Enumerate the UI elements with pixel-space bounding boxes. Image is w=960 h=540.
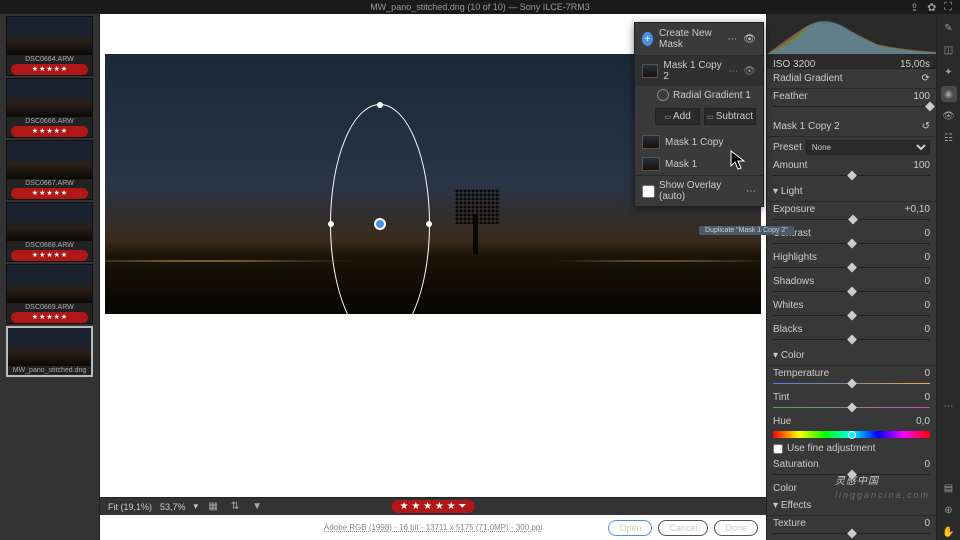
gradient-pin[interactable] (374, 218, 386, 230)
redeye-icon[interactable]: 👁 (941, 108, 957, 124)
settings-icon[interactable]: ✿ (927, 1, 936, 14)
rating-pill[interactable]: ★ ★ ★ ★ ★ ⏷ (392, 500, 475, 513)
mask-subtract-button[interactable]: ▭ Subtract (704, 108, 756, 125)
mask-item[interactable]: Mask 1 (635, 153, 763, 175)
slider-temperature[interactable]: Temperature0 (767, 366, 936, 390)
zoom-fit[interactable]: Fit (19,1%) (108, 502, 152, 512)
slider-whites[interactable]: Whites0 (767, 298, 936, 322)
export-icon[interactable]: ⇪ (910, 1, 919, 14)
mask-item[interactable]: Mask 1 Copy Duplicate "Mask 1 Copy 2" (635, 131, 763, 153)
filmstrip-thumb[interactable]: DSC0669.ARW★★★★★ (6, 264, 93, 324)
create-mask-label: Create New Mask (659, 28, 721, 50)
eye-icon[interactable]: 👁 (743, 34, 756, 45)
more-icon[interactable]: ⋯ (941, 398, 957, 414)
bottom-toolbar: Fit (19,1%) 53,7% ▾ ▦ ⇅ ▼ ★ ★ ★ ★ ★ ⏷ (100, 497, 766, 515)
slider-tint[interactable]: Tint0 (767, 390, 936, 414)
slider-shadows[interactable]: Shadows0 (767, 274, 936, 298)
fine-adjust-label: Use fine adjustment (787, 443, 875, 454)
radial-gradient-icon (657, 89, 669, 101)
fullscreen-icon[interactable]: ⛶ (944, 1, 952, 14)
crop-icon[interactable]: ◫ (941, 42, 957, 58)
slider-hue: Hue0,0 (767, 414, 936, 429)
shutter-value: 15,00s (900, 59, 930, 70)
overlay-label: Show Overlay (auto) (659, 180, 742, 202)
effects-title: Effects (781, 500, 811, 511)
sort-icon[interactable]: ⇅ (228, 500, 242, 514)
filmstrip-thumb[interactable]: DSC0664.ARW★★★★★ (6, 16, 93, 76)
radial-gradient-ellipse[interactable] (330, 104, 430, 314)
open-button[interactable]: Open (608, 520, 652, 536)
histogram[interactable]: ISO 3200 15,00s (767, 14, 936, 69)
hue-bar[interactable] (773, 431, 930, 438)
filmstrip-thumb[interactable]: DSC0666.ARW★★★★★ (6, 78, 93, 138)
filmstrip-thumb[interactable]: DSC0667.ARW★★★★★ (6, 140, 93, 200)
slider-amount[interactable]: Amount100 (767, 158, 936, 182)
done-button[interactable]: Done (714, 520, 758, 536)
radial-gradient-title: Radial Gradient (773, 73, 842, 84)
adjustments-panel: ISO 3200 15,00s Radial Gradient ⟳ Feather1… (766, 14, 936, 540)
mask-add-button[interactable]: ▭ Add (655, 108, 700, 125)
window-title: MW_pano_stitched.dng (10 of 10) — Sony I… (370, 2, 590, 12)
zoom-icon[interactable]: ⊕ (941, 502, 957, 518)
tooltip: Duplicate "Mask 1 Copy 2" (699, 226, 794, 235)
filter-icon[interactable]: ▼ (250, 500, 264, 514)
slider-blacks[interactable]: Blacks0 (767, 322, 936, 346)
slider-feather[interactable]: Feather100 (767, 89, 936, 113)
zoom-pct[interactable]: 53,7% (160, 502, 186, 512)
watermark: 灵感中国 linggancina.com (835, 467, 930, 500)
mask-icon[interactable]: ◉ (941, 86, 957, 102)
presets-icon[interactable]: ☷ (941, 130, 957, 146)
reset-icon[interactable]: ↺ (922, 121, 930, 132)
layers-icon[interactable]: ▤ (941, 480, 957, 496)
mask-item[interactable]: Mask 1 Copy 2⋯👁 (635, 56, 763, 86)
grid-icon[interactable]: ▦ (206, 500, 220, 514)
heal-icon[interactable]: ✦ (941, 64, 957, 80)
cancel-button[interactable]: Cancel (658, 520, 708, 536)
iso-value: ISO 3200 (773, 59, 815, 70)
slider-exposure[interactable]: Exposure+0,10 (767, 202, 936, 226)
preset-label: Preset (773, 142, 802, 153)
hand-icon[interactable]: ✋ (941, 524, 957, 540)
filmstrip-thumb-selected[interactable]: MW_pano_stitched.dng (6, 326, 93, 377)
edit-icon[interactable]: ✎ (941, 20, 957, 36)
mask-name: Mask 1 Copy 2 (773, 121, 840, 132)
tool-rail: ✎ ◫ ✦ ◉ 👁 ☷ ⋯ ▤ ⊕ ✋ (936, 14, 960, 540)
light-title: Light (781, 186, 803, 197)
slider-highlights[interactable]: Highlights0 (767, 250, 936, 274)
filmstrip[interactable]: DSC0664.ARW★★★★★ DSC0666.ARW★★★★★ DSC066… (0, 14, 100, 540)
slider-texture[interactable]: Texture0 (767, 516, 936, 540)
create-mask-button[interactable]: + (642, 32, 653, 46)
preset-select[interactable]: None (806, 140, 930, 155)
filmstrip-thumb[interactable]: DSC0668.ARW★★★★★ (6, 202, 93, 262)
reset-icon[interactable]: ⟳ (922, 73, 930, 84)
color-title: Color (781, 350, 805, 361)
mask-subitem-radial[interactable]: Radial Gradient 1 (635, 86, 763, 104)
fine-adjust-checkbox[interactable] (773, 444, 783, 454)
overlay-checkbox[interactable] (642, 185, 655, 198)
masks-popup: + Create New Mask ⋯ 👁 Mask 1 Copy 2⋯👁 Ra… (634, 22, 764, 207)
footer-info: Adobe RGB (1998) - 16 bit - 13711 x 5175… (324, 523, 542, 532)
